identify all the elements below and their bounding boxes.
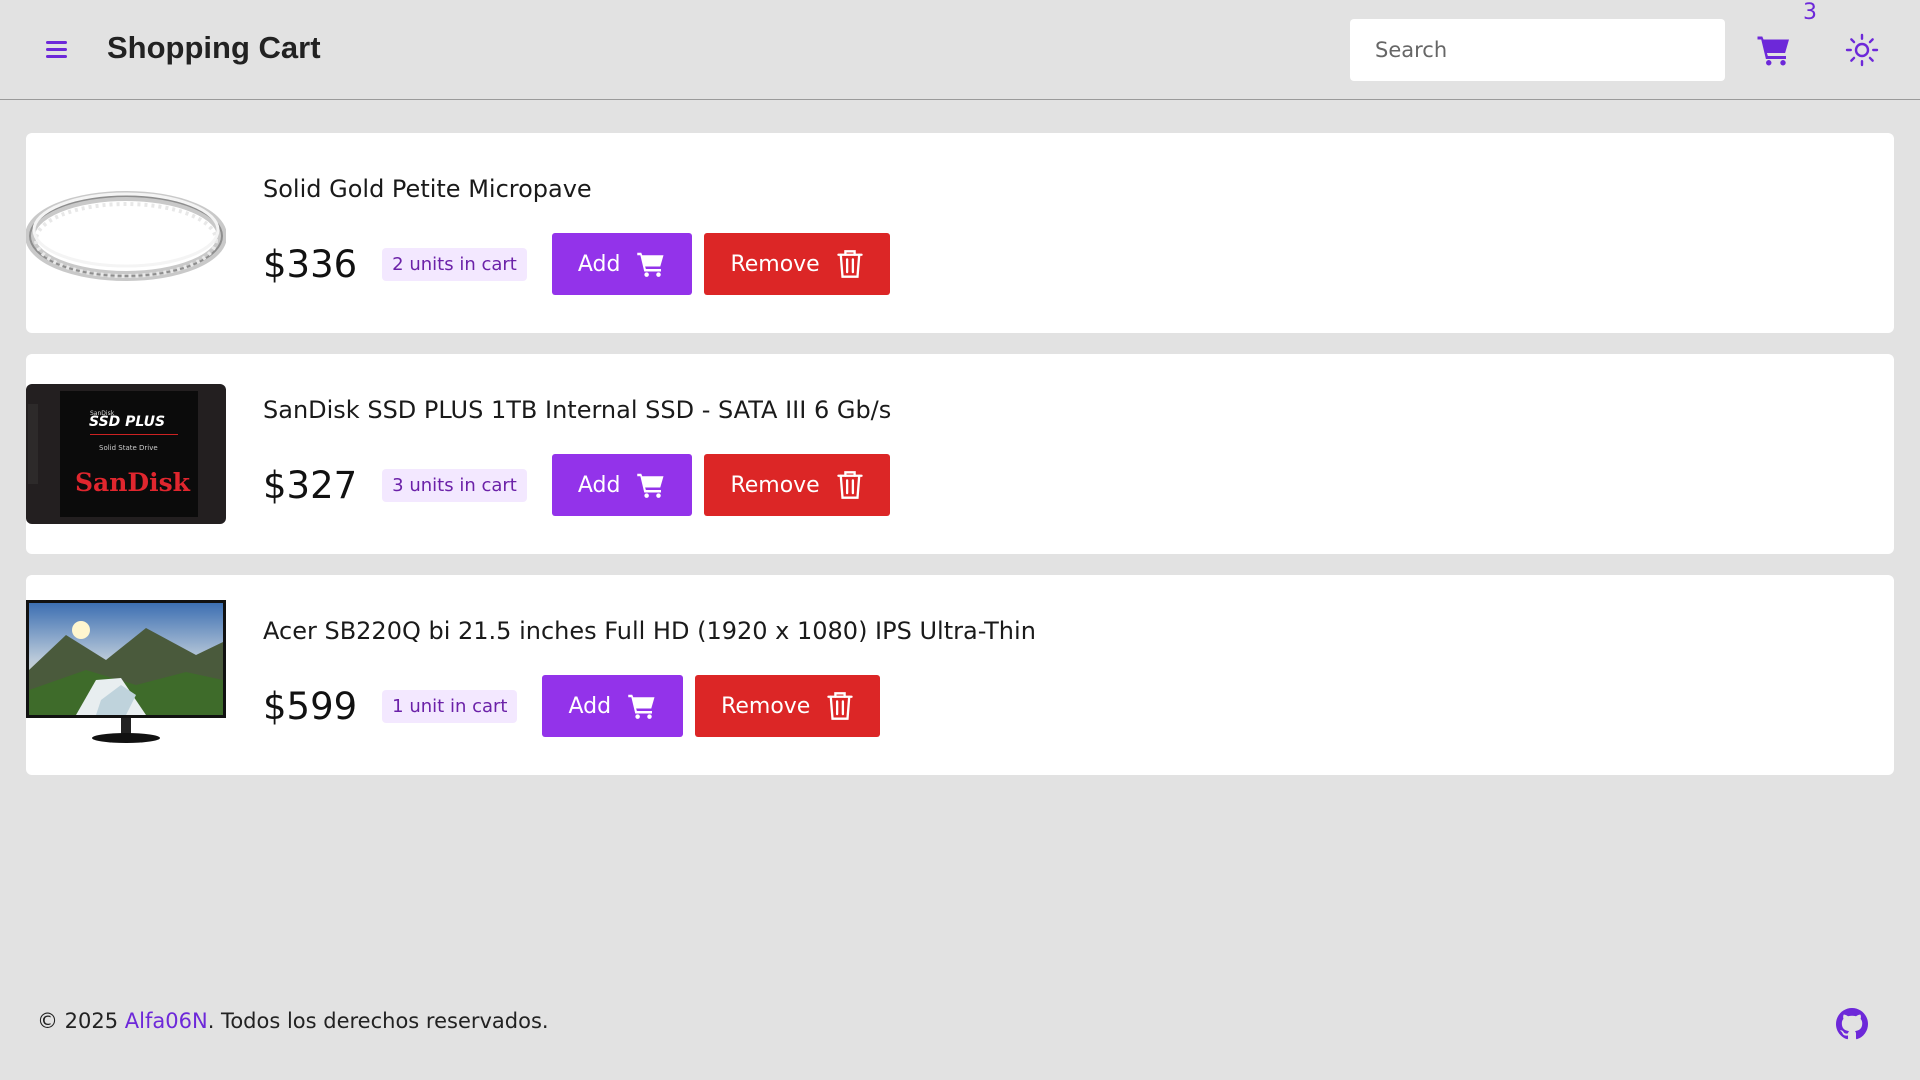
cart-icon[interactable] xyxy=(1756,32,1792,68)
author-link[interactable]: Alfa06N xyxy=(125,1009,208,1033)
trash-icon xyxy=(836,249,864,279)
units-badge: 2 units in cart xyxy=(382,247,527,281)
add-button-label: Add xyxy=(577,472,621,498)
remove-button-label: Remove xyxy=(721,693,811,719)
cart-count-badge: 3 xyxy=(1803,0,1817,25)
ssd-image: SanDisk SSD PLUS Solid State Drive SanDi… xyxy=(26,384,226,524)
sun-icon[interactable] xyxy=(1844,32,1880,68)
hamburger-menu-icon[interactable] xyxy=(44,36,70,64)
product-price: $336 xyxy=(263,242,358,286)
remove-from-cart-button[interactable]: Remove xyxy=(704,454,890,516)
product-price: $599 xyxy=(263,684,358,728)
product-name: Solid Gold Petite Micropave xyxy=(263,175,592,203)
app-header: Shopping Cart 3 xyxy=(0,0,1920,100)
add-button-label: Add xyxy=(577,251,621,277)
product-list: Solid Gold Petite Micropave $336 2 units… xyxy=(26,133,1894,796)
product-actions: $599 1 unit in cart Add Remove xyxy=(263,675,892,737)
page-title: Shopping Cart xyxy=(107,30,321,65)
github-icon[interactable] xyxy=(1836,1008,1868,1040)
product-card: Solid Gold Petite Micropave $336 2 units… xyxy=(26,133,1894,333)
product-card: SanDisk SSD PLUS Solid State Drive SanDi… xyxy=(26,354,1894,554)
product-name: SanDisk SSD PLUS 1TB Internal SSD - SATA… xyxy=(263,396,892,424)
units-badge: 1 unit in cart xyxy=(382,689,518,723)
trash-icon xyxy=(836,470,864,500)
footer-copyright: © 2025 Alfa06N. Todos los derechos reser… xyxy=(37,1009,549,1033)
cart-icon xyxy=(627,691,657,721)
remove-button-label: Remove xyxy=(730,251,820,277)
add-to-cart-button[interactable]: Add xyxy=(551,454,693,516)
product-actions: $327 3 units in cart Add Remove xyxy=(263,454,902,516)
remove-button-label: Remove xyxy=(730,472,820,498)
product-name: Acer SB220Q bi 21.5 inches Full HD (1920… xyxy=(263,617,1036,645)
trash-icon xyxy=(826,691,854,721)
ring-image xyxy=(26,158,226,308)
rights-text: . Todos los derechos reservados. xyxy=(207,1009,549,1033)
cart-icon xyxy=(636,470,666,500)
ssd-brand-logo: SanDisk xyxy=(75,468,191,497)
ssd-subtitle: Solid State Drive xyxy=(99,444,158,452)
product-actions: $336 2 units in cart Add Remove xyxy=(263,233,902,295)
ssd-product-label: SSD PLUS xyxy=(89,414,166,430)
copyright-text: © 2025 xyxy=(37,1009,125,1033)
product-card: Acer SB220Q bi 21.5 inches Full HD (1920… xyxy=(26,575,1894,775)
add-to-cart-button[interactable]: Add xyxy=(551,233,693,295)
search-input[interactable] xyxy=(1350,19,1725,81)
product-price: $327 xyxy=(263,463,358,507)
cart-icon xyxy=(636,249,666,279)
monitor-image xyxy=(26,600,226,750)
add-button-label: Add xyxy=(568,693,612,719)
remove-from-cart-button[interactable]: Remove xyxy=(704,233,890,295)
add-to-cart-button[interactable]: Add xyxy=(542,675,684,737)
remove-from-cart-button[interactable]: Remove xyxy=(695,675,881,737)
units-badge: 3 units in cart xyxy=(382,468,527,502)
